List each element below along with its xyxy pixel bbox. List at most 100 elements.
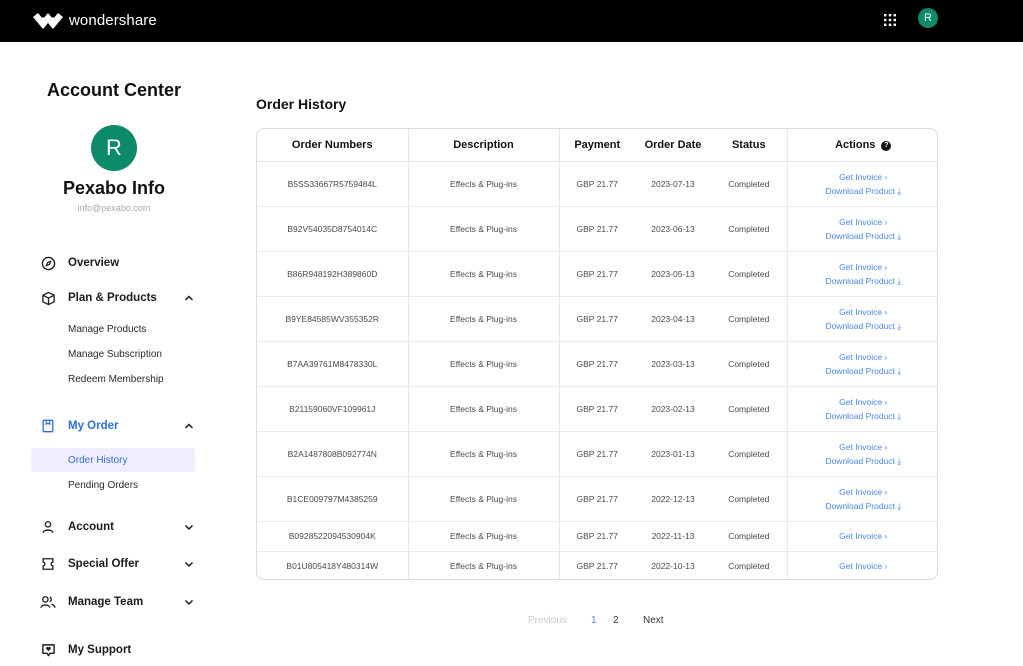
download-product-link[interactable]: Download Product ⤓ (788, 274, 938, 288)
user-email: info@pexabo.com (77, 203, 151, 213)
get-invoice-link[interactable]: Get Invoice › (788, 559, 938, 573)
cell-payment: GBP 21.77 (559, 250, 635, 296)
cell-order-number: B86R948192H389860D (257, 250, 409, 296)
team-icon (40, 594, 56, 610)
get-invoice-link[interactable]: Get Invoice › (788, 260, 938, 274)
get-invoice-link[interactable]: Get Invoice › (788, 350, 938, 364)
cell-order-date: 2022-10-13 (635, 550, 711, 579)
download-product-link[interactable]: Download Product ⤓ (788, 364, 938, 378)
chevron-down-icon[interactable] (183, 596, 195, 608)
download-icon: ⤓ (897, 455, 902, 466)
pagination-page-1[interactable]: 1 (591, 615, 597, 626)
nav-manage-team[interactable]: Manage Team (40, 591, 195, 613)
chevron-up-icon[interactable] (183, 292, 195, 304)
chevron-right-icon: › (884, 216, 888, 227)
cell-description: Effects & Plug-ins (408, 295, 560, 341)
cell-order-date: 2023-07-13 (635, 160, 711, 206)
download-product-link[interactable]: Download Product ⤓ (788, 454, 938, 468)
table-header: Order Numbers Description Payment Order … (257, 129, 937, 162)
get-invoice-link[interactable]: Get Invoice › (788, 215, 938, 229)
get-invoice-link[interactable]: Get Invoice › (788, 305, 938, 319)
download-product-label: Download Product (825, 185, 895, 196)
nav-special-offer[interactable]: Special Offer (40, 553, 195, 575)
table-row: B1CE009797M4385259 Effects & Plug-ins GBP … (257, 475, 938, 521)
download-product-label: Download Product (825, 410, 895, 421)
nav-account-label: Account (68, 521, 114, 533)
download-product-label: Download Product (825, 500, 895, 511)
col-actions: Actions? (787, 129, 937, 162)
chevron-down-icon[interactable] (183, 558, 195, 570)
user-avatar[interactable]: R (918, 8, 938, 28)
nav-plan-products[interactable]: Plan & Products (40, 287, 195, 309)
download-product-label: Download Product (825, 365, 895, 376)
chevron-right-icon: › (884, 261, 888, 272)
cell-payment: GBP 21.77 (559, 430, 635, 476)
cell-status: Completed (711, 475, 788, 521)
nav-overview[interactable]: Overview (40, 252, 195, 274)
cell-actions: Get Invoice › Download Product ⤓ (787, 295, 938, 341)
download-product-link[interactable]: Download Product ⤓ (788, 229, 938, 243)
cell-actions: Get Invoice › Download Product ⤓ (787, 160, 938, 206)
chevron-right-icon: › (884, 396, 888, 407)
chevron-right-icon: › (884, 531, 888, 541)
nav-account[interactable]: Account (40, 516, 195, 538)
nav-pending-orders[interactable]: Pending Orders (31, 473, 195, 497)
cell-order-date: 2023-02-13 (635, 385, 711, 431)
brand-logo[interactable]: wondershare (33, 12, 157, 29)
cell-order-number: B7AA39761M8478330L (257, 340, 409, 386)
nav-plan-products-label: Plan & Products (68, 292, 157, 304)
nav-manage-subscription[interactable]: Manage Subscription (31, 342, 195, 366)
cell-status: Completed (711, 250, 788, 296)
cell-order-date: 2023-04-13 (635, 295, 711, 341)
cell-order-number: B5SS33667R5759484L (257, 160, 409, 206)
cell-description: Effects & Plug-ins (408, 340, 560, 386)
cell-description: Effects & Plug-ins (408, 430, 560, 476)
help-icon[interactable]: ? (881, 140, 892, 151)
nav-order-history[interactable]: Order History (31, 448, 195, 472)
download-icon: ⤓ (897, 230, 902, 241)
pagination-next[interactable]: Next (643, 615, 664, 626)
pagination-page-2[interactable]: 2 (613, 615, 619, 626)
get-invoice-link[interactable]: Get Invoice › (788, 485, 938, 499)
chevron-right-icon: › (884, 171, 888, 182)
nav-special-offer-label: Special Offer (68, 558, 139, 570)
cell-status: Completed (711, 160, 788, 206)
download-product-link[interactable]: Download Product ⤓ (788, 184, 938, 198)
get-invoice-link[interactable]: Get Invoice › (788, 395, 938, 409)
get-invoice-label: Get Invoice (839, 531, 883, 541)
nav-redeem-membership[interactable]: Redeem Membership (31, 367, 195, 391)
nav-my-order[interactable]: My Order (40, 415, 195, 437)
page-title: Order History (256, 96, 347, 112)
ticket-icon (40, 556, 56, 572)
user-icon (40, 519, 56, 535)
cell-description: Effects & Plug-ins (408, 520, 560, 551)
download-product-link[interactable]: Download Product ⤓ (788, 319, 938, 333)
chevron-right-icon: › (884, 486, 888, 497)
download-icon: ⤓ (897, 410, 902, 421)
apps-grid-icon[interactable] (884, 14, 896, 26)
download-product-link[interactable]: Download Product ⤓ (788, 409, 938, 423)
nav-my-support[interactable]: My Support (40, 639, 195, 661)
table-row: B21159060VF109961J Effects & Plug-ins GBP … (257, 385, 938, 431)
get-invoice-link[interactable]: Get Invoice › (788, 170, 938, 184)
cell-actions: Get Invoice › Download Product ⤓ (787, 430, 938, 476)
cell-description: Effects & Plug-ins (408, 550, 560, 579)
col-description: Description (408, 129, 560, 162)
chevron-up-icon[interactable] (183, 420, 195, 432)
chevron-down-icon[interactable] (183, 521, 195, 533)
cell-actions: Get Invoice › (787, 520, 938, 551)
download-product-link[interactable]: Download Product ⤓ (788, 499, 938, 513)
download-icon: ⤓ (897, 185, 902, 196)
get-invoice-label: Get Invoice (839, 486, 883, 497)
pagination-previous[interactable]: Previous (528, 615, 567, 626)
cell-order-number: B21159060VF109961J (257, 385, 409, 431)
get-invoice-label: Get Invoice (839, 171, 883, 182)
get-invoice-label: Get Invoice (839, 306, 883, 317)
get-invoice-link[interactable]: Get Invoice › (788, 529, 938, 543)
brand-name: wondershare (69, 12, 157, 29)
table-row: B92V54035D8754014C Effects & Plug-ins GBP … (257, 205, 938, 251)
get-invoice-link[interactable]: Get Invoice › (788, 440, 938, 454)
chevron-right-icon: › (884, 351, 888, 362)
bookmark-icon (40, 418, 56, 434)
nav-manage-products[interactable]: Manage Products (31, 317, 195, 341)
